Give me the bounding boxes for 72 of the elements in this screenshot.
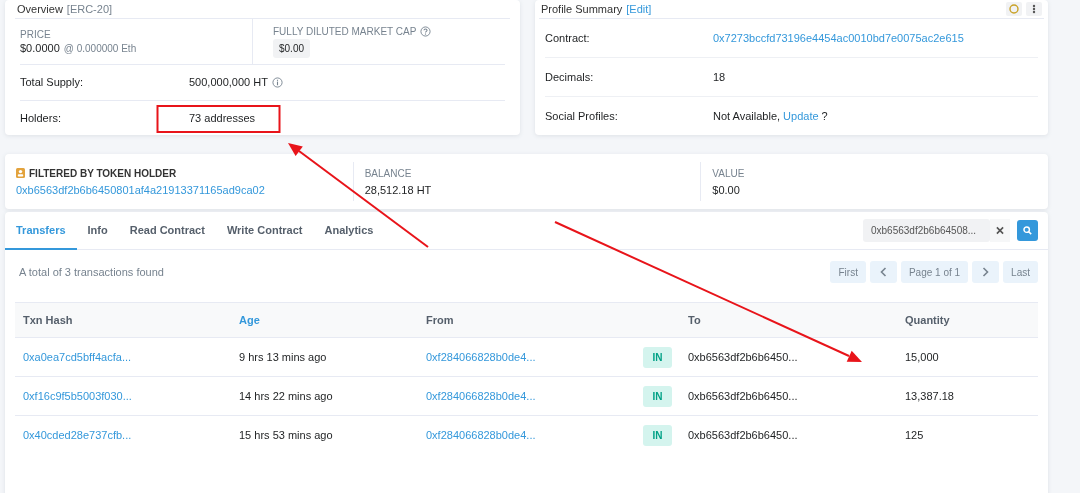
from-address-link[interactable]: 0xf284066828b0de4... (426, 390, 536, 402)
search-button[interactable] (1017, 220, 1038, 241)
tab[interactable]: Transfers (5, 211, 77, 250)
more-icon[interactable] (1026, 2, 1042, 16)
tab[interactable]: Analytics (313, 211, 385, 250)
last-page-button[interactable]: Last (1003, 261, 1038, 283)
update-link[interactable]: Update (783, 110, 819, 122)
to-address-cell-text: 0xb6563df2b6b6450... (687, 351, 799, 363)
user-icon (16, 168, 25, 178)
market-cap-value: $0.00 (273, 38, 311, 58)
token-standard-label: [ERC-20] (66, 3, 113, 15)
column-header: Quantity (904, 314, 951, 326)
direction-tag: IN (643, 346, 672, 368)
contract-link[interactable]: 0x7273bccfd73196e4454ac0010bd7e0075ac2e615 (713, 32, 964, 44)
direction-tag: IN (643, 385, 672, 407)
txn-hash-link[interactable]: 0xf16c9f5b5003f030... (15, 390, 231, 402)
row-label: Decimals: (545, 71, 595, 83)
price-value: $0.0000 (20, 42, 60, 54)
quantity-cell-text: 125 (904, 429, 925, 441)
card-title: Profile Summary (541, 3, 623, 15)
txn-hash-link[interactable]: 0xa0ea7cd5bff4acfa... (15, 351, 231, 363)
chevron-right-icon (982, 267, 990, 277)
market-cap-label: FULLY DILUTED MARKET CAP (273, 25, 417, 37)
balance-label: BALANCE (364, 167, 413, 179)
quantity-cell-text: 15,000 (904, 351, 940, 363)
tab[interactable]: Info (76, 211, 119, 250)
clear-button[interactable] (990, 219, 1010, 242)
filter-label: FILTERED BY TOKEN HOLDER (29, 167, 177, 179)
column-header: From (425, 314, 455, 326)
column-header: To (687, 314, 702, 326)
help-icon[interactable] (420, 25, 432, 37)
row-value: Not Available, (713, 110, 781, 122)
tab[interactable]: Write Contract (215, 211, 314, 250)
first-page-button[interactable]: First (830, 261, 866, 283)
close-icon (996, 226, 1004, 235)
age-cell-text: 9 hrs 13 mins ago (238, 351, 328, 363)
info-icon[interactable] (271, 76, 283, 88)
txn-hash-link[interactable]: 0x40cded28e737cfb... (15, 429, 231, 441)
row-value: 18 (713, 71, 726, 83)
row-label: Holders: (20, 111, 62, 124)
age-cell-text: 15 hrs 53 mins ago (238, 429, 334, 441)
question-mark: ? (821, 110, 828, 122)
search-icon (1023, 225, 1032, 236)
price-label: PRICE (20, 29, 52, 40)
column-header: Txn Hash (22, 314, 74, 326)
edit-link[interactable]: [Edit] (626, 3, 652, 15)
row-label: Total Supply: (20, 76, 84, 89)
next-page-button[interactable] (972, 261, 1000, 283)
value-amount: $0.00 (712, 183, 741, 196)
previous-page-button[interactable] (869, 261, 897, 283)
row-value: 73 addresses (189, 111, 256, 124)
address-filter-field[interactable]: 0xb6563df2b6b64508... (863, 219, 990, 242)
quantity-cell-text: 13,387.18 (904, 390, 955, 402)
from-address-link[interactable]: 0xf284066828b0de4... (426, 351, 536, 363)
transactions-count: A total of 3 transactions found (18, 266, 164, 278)
sort-link[interactable]: Age (231, 314, 418, 326)
row-label: Contract: (545, 32, 591, 44)
balance-value: 28,512.18 HT (364, 183, 433, 196)
chevron-left-icon (879, 267, 887, 277)
page-indicator: Page 1 of 1 (900, 261, 969, 283)
from-address-link[interactable]: 0xf284066828b0de4... (426, 429, 536, 441)
age-cell-text: 14 hrs 22 mins ago (238, 390, 334, 402)
card-title: Overview (17, 3, 63, 15)
price-eth: @ 0.000000 Eth (63, 42, 137, 54)
to-address-cell-text: 0xb6563df2b6b6450... (687, 429, 799, 441)
to-address-cell-text: 0xb6563df2b6b6450... (687, 390, 799, 402)
tab[interactable]: Read Contract (118, 211, 216, 250)
row-value: 500,000,000 HT (189, 76, 268, 89)
holder-address-link[interactable]: 0xb6563df2b6b6450801af4a21913371165ad9ca02 (16, 183, 353, 196)
direction-tag: IN (643, 424, 672, 446)
value-label: VALUE (712, 167, 746, 179)
row-label: Social Profiles: (545, 110, 619, 122)
